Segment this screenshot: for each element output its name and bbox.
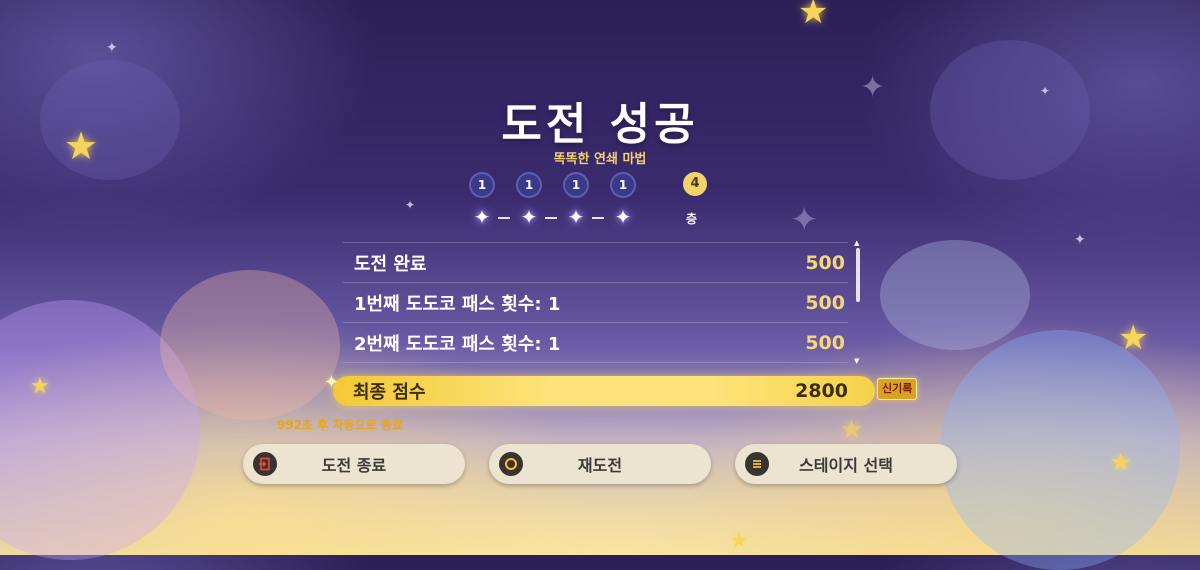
star-icon: ★ [30, 374, 50, 399]
stage-select-label: 스테이지 선택 [799, 456, 893, 475]
chain-count: 1 [612, 174, 634, 196]
chain-connector [498, 217, 510, 219]
background-cup [880, 240, 1030, 350]
star-icon: ★ [840, 415, 864, 445]
final-score-value: 2800 [795, 380, 848, 402]
chain-star-icon: ✦ [473, 205, 491, 229]
circle-icon [499, 452, 523, 476]
floor-number: 4 [683, 172, 707, 196]
floor-label: 층 [686, 212, 698, 226]
result-title: 도전 성공 [501, 99, 699, 150]
scroll-up-icon[interactable]: ▲ [854, 239, 859, 247]
background-balloon [940, 330, 1180, 570]
final-score-label: 최종 점수 [353, 382, 426, 403]
score-row-value: 500 [805, 291, 845, 314]
score-row-label: 도전 완료 [354, 253, 427, 275]
score-row: 도전 완료 500 [343, 242, 848, 282]
sparkle-icon: ✦ [1074, 232, 1086, 248]
star-icon: ★ [798, 0, 829, 32]
auto-close-timer: 992초 후 자동으로 종료 [277, 418, 403, 432]
score-row-label: 1번째 도도코 패스 횟수: 1 [354, 293, 561, 315]
score-list[interactable]: 도전 완료 500 1번째 도도코 패스 횟수: 1 500 2번째 도도코 패… [343, 242, 848, 366]
retry-button[interactable]: 재도전 [489, 444, 711, 484]
exit-icon [253, 452, 277, 476]
sparkle-icon: ✦ [790, 200, 819, 240]
quit-challenge-label: 도전 종료 [321, 456, 387, 475]
chain-count: 1 [565, 174, 587, 196]
new-record-badge: 신기록 [877, 378, 918, 400]
star-icon: ★ [1118, 318, 1149, 358]
final-score-bar: 최종 점수 2800 [333, 376, 875, 406]
scroll-down-icon[interactable]: ▼ [854, 357, 859, 365]
sparkle-icon: ✦ [324, 372, 340, 393]
chain-star-icon: ✦ [614, 205, 632, 229]
chain-count: 1 [518, 174, 540, 196]
menu-icon [745, 452, 769, 476]
stage-select-button[interactable]: 스테이지 선택 [735, 444, 957, 484]
score-row-label: 2번째 도도코 패스 횟수: 1 [354, 333, 561, 355]
chain-count: 1 [471, 174, 493, 196]
star-icon: ★ [730, 528, 748, 552]
quit-challenge-button[interactable]: 도전 종료 [243, 444, 465, 484]
chain-connector [592, 217, 604, 219]
retry-label: 재도전 [577, 456, 623, 475]
score-row: 1번째 도도코 패스 횟수: 1 500 [343, 282, 848, 322]
chain-star-icon: ✦ [567, 205, 585, 229]
score-list-scrollbar[interactable] [856, 248, 860, 302]
chain-progress: 1 1 1 1 ✦ ✦ ✦ ✦ 4 층 [466, 172, 716, 232]
score-row: 2번째 도도코 패스 횟수: 1 500 [343, 322, 848, 363]
chain-star-icon: ✦ [520, 205, 538, 229]
sparkle-icon: ✦ [405, 198, 416, 212]
score-row-value: 500 [805, 331, 845, 354]
result-subtitle: 똑똑한 연쇄 마법 [553, 152, 647, 167]
chain-connector [545, 217, 557, 219]
background-cake [160, 270, 340, 420]
sparkle-icon: ✦ [106, 40, 118, 56]
star-icon: ★ [1110, 448, 1132, 476]
score-row-value: 500 [805, 251, 845, 274]
